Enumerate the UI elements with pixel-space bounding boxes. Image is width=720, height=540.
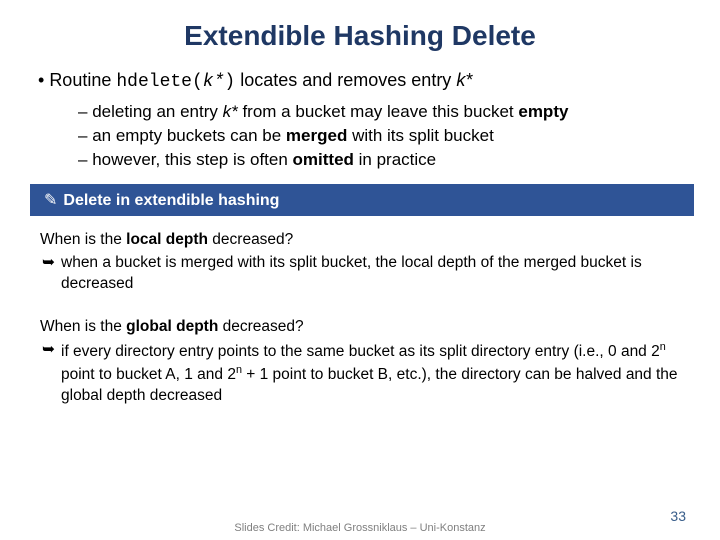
qa-block-1: When is the local depth decreased? ➥ whe… — [40, 230, 680, 295]
answer-text: when a bucket is merged with its split b… — [61, 253, 680, 295]
sub-bullet-list: deleting an entry k* from a bucket may l… — [78, 102, 720, 170]
hand-arrow-icon: ➥ — [42, 253, 55, 274]
answer: ➥ when a bucket is merged with its split… — [42, 253, 680, 295]
answer: ➥ if every directory entry points to the… — [42, 340, 680, 407]
code: hdelete(k*) — [116, 72, 235, 92]
txt: k* — [456, 70, 472, 90]
txt: Routine — [49, 70, 116, 90]
slide: Extendible Hashing Delete Routine hdelet… — [0, 0, 720, 540]
question: When is the local depth decreased? — [40, 230, 680, 251]
txt: locates and removes entry — [235, 70, 456, 90]
slide-credit: Slides Credit: Michael Grossniklaus – Un… — [234, 522, 485, 534]
slide-title: Extendible Hashing Delete — [0, 20, 720, 52]
sub-bullet: however, this step is often omitted in p… — [78, 150, 720, 170]
hand-arrow-icon: ➥ — [42, 340, 55, 361]
section-banner: Delete in extendible hashing — [30, 184, 694, 216]
answer-text: if every directory entry points to the s… — [61, 340, 680, 407]
qa-block-2: When is the global depth decreased? ➥ if… — [40, 317, 680, 407]
pencil-icon — [44, 192, 63, 209]
banner-text: Delete in extendible hashing — [63, 192, 279, 209]
page-number: 33 — [670, 508, 686, 524]
main-bullet: Routine hdelete(k*) locates and removes … — [38, 70, 720, 92]
sub-bullet: deleting an entry k* from a bucket may l… — [78, 102, 720, 122]
sub-bullet: an empty buckets can be merged with its … — [78, 126, 720, 146]
question: When is the global depth decreased? — [40, 317, 680, 338]
